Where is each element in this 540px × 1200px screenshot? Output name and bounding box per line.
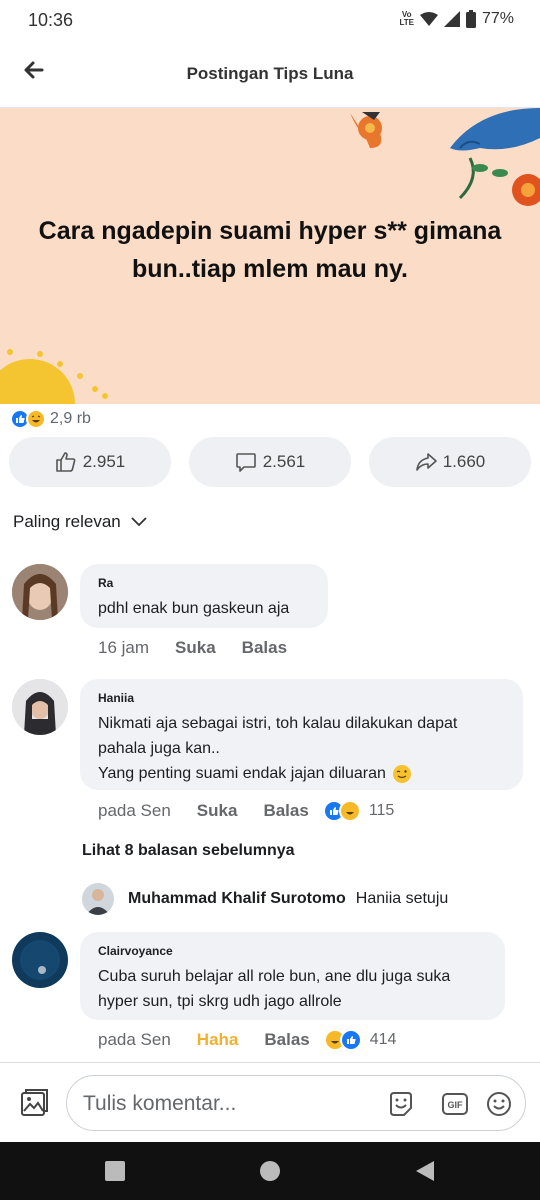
comment-bubble[interactable]: Ra pdhl enak bun gaskeun aja (80, 564, 328, 628)
comment-time: pada Sen (98, 801, 171, 820)
comment-time: 16 jam (98, 638, 150, 657)
avatar[interactable] (82, 883, 114, 915)
floral-decoration-top (350, 108, 540, 206)
comment-meta: 16 jam Suka Balas (98, 638, 301, 658)
comment-button[interactable]: 2.561 (189, 437, 351, 487)
post-text: Cara ngadepin suami hyper s** gimana bun… (38, 217, 502, 283)
share-button[interactable]: 1.660 (369, 437, 531, 487)
recents-icon[interactable] (104, 1160, 126, 1182)
reaction-total: 2,9 rb (50, 410, 91, 427)
reactions-summary[interactable]: 2,9 rb (10, 406, 91, 432)
status-icons: Vo LTE 77% (399, 10, 514, 28)
comment-time: pada Sen (98, 1030, 171, 1049)
signal-icon (443, 11, 460, 27)
reply-button[interactable]: Balas (264, 1030, 309, 1050)
emoji-icon[interactable] (485, 1090, 513, 1118)
reply-author[interactable]: Muhammad Khalif Surotomo (128, 890, 346, 908)
comment-meta: pada Sen Suka Balas 115 (98, 800, 394, 822)
share-count: 1.660 (442, 452, 486, 471)
comment-line: pahala juga kan.. (98, 740, 220, 757)
comment-author[interactable]: Ra (98, 576, 310, 590)
comment-bubble[interactable]: Haniia Nikmati aja sebagai istri, toh ka… (80, 679, 523, 790)
comment-composer: Tulis komentar... GIF (0, 1062, 540, 1142)
comment-line: Yang penting suami endak jajan diluaran (98, 765, 386, 782)
battery-icon (465, 10, 476, 28)
thumbs-up-icon (55, 452, 76, 472)
wifi-icon (419, 12, 438, 26)
comment-icon (235, 453, 256, 472)
comment-text: pdhl enak bun gaskeun aja (98, 600, 290, 617)
haha-reaction-icon (26, 409, 46, 429)
comment-bubble[interactable]: Clairvoyance Cuba suruh belajar all role… (80, 932, 505, 1020)
like-button[interactable]: 2.951 (9, 437, 171, 487)
comment-line-3: Yang penting suami endak jajan diluaran (98, 761, 505, 786)
like-count: 2.951 (82, 452, 126, 471)
chevron-down-icon (131, 517, 147, 527)
battery-level: 77% (481, 10, 514, 27)
avatar[interactable] (12, 564, 68, 620)
comment-line: Nikmati aja sebagai istri, toh kalau dil… (98, 715, 458, 732)
photo-icon[interactable] (18, 1087, 50, 1119)
comment-text: Nikmati aja sebagai istri, toh kalau dil… (98, 711, 505, 786)
comment-meta: pada Sen Haha Balas 414 (98, 1029, 396, 1051)
reply-button[interactable]: Balas (242, 638, 287, 658)
comment-author[interactable]: Clairvoyance (98, 944, 487, 958)
like-reaction-icon (339, 1029, 362, 1051)
haha-reaction-icon (338, 800, 361, 822)
floral-decoration-bottom (0, 349, 108, 404)
reply-preview[interactable]: Muhammad Khalif Surotomo Haniia setuju (82, 883, 448, 915)
app-header: Postingan Tips Luna (0, 40, 540, 108)
comment-text: Cuba suruh belajar all role bun, ane dlu… (98, 964, 487, 1014)
comment-count: 2.561 (262, 452, 306, 471)
sort-label: Paling relevan (13, 512, 121, 531)
avatar[interactable] (12, 679, 68, 735)
sticker-icon[interactable] (387, 1090, 415, 1118)
sort-dropdown[interactable]: Paling relevan (13, 512, 147, 532)
reply-text: Haniia setuju (355, 890, 449, 907)
haha-reacted-button[interactable]: Haha (197, 1030, 239, 1050)
comment-input-placeholder: Tulis komentar... (83, 1092, 237, 1115)
back-nav-icon[interactable] (414, 1160, 436, 1182)
status-time: 10:36 (28, 10, 74, 30)
status-bar: 10:36 Vo LTE 77% (0, 0, 540, 40)
comment-input[interactable]: Tulis komentar... GIF (66, 1075, 526, 1131)
reply-button[interactable]: Balas (263, 801, 308, 821)
like-comment-button[interactable]: Suka (197, 801, 238, 821)
page-title: Postingan Tips Luna (186, 64, 354, 83)
gif-icon[interactable]: GIF (441, 1090, 469, 1118)
reaction-count[interactable]: 115 (369, 802, 395, 820)
like-comment-button[interactable]: Suka (175, 638, 216, 658)
svg-text:GIF: GIF (448, 1100, 464, 1110)
system-nav-bar (0, 1142, 540, 1200)
wink-emoji-icon (392, 764, 411, 783)
volte-icon: Vo LTE (399, 10, 414, 27)
comment-line: hyper sun, tpi skrg udh jago allrole (98, 993, 342, 1010)
view-previous-replies-link[interactable]: Lihat 8 balasan sebelumnya (82, 842, 295, 860)
home-icon[interactable] (259, 1160, 281, 1182)
comment-author[interactable]: Haniia (98, 691, 505, 705)
post-banner[interactable]: Cara ngadepin suami hyper s** gimana bun… (0, 108, 540, 404)
share-icon (415, 453, 437, 471)
reaction-count[interactable]: 414 (370, 1031, 397, 1049)
comment-line: Cuba suruh belajar all role bun, ane dlu… (98, 968, 451, 985)
avatar[interactable] (12, 932, 68, 988)
